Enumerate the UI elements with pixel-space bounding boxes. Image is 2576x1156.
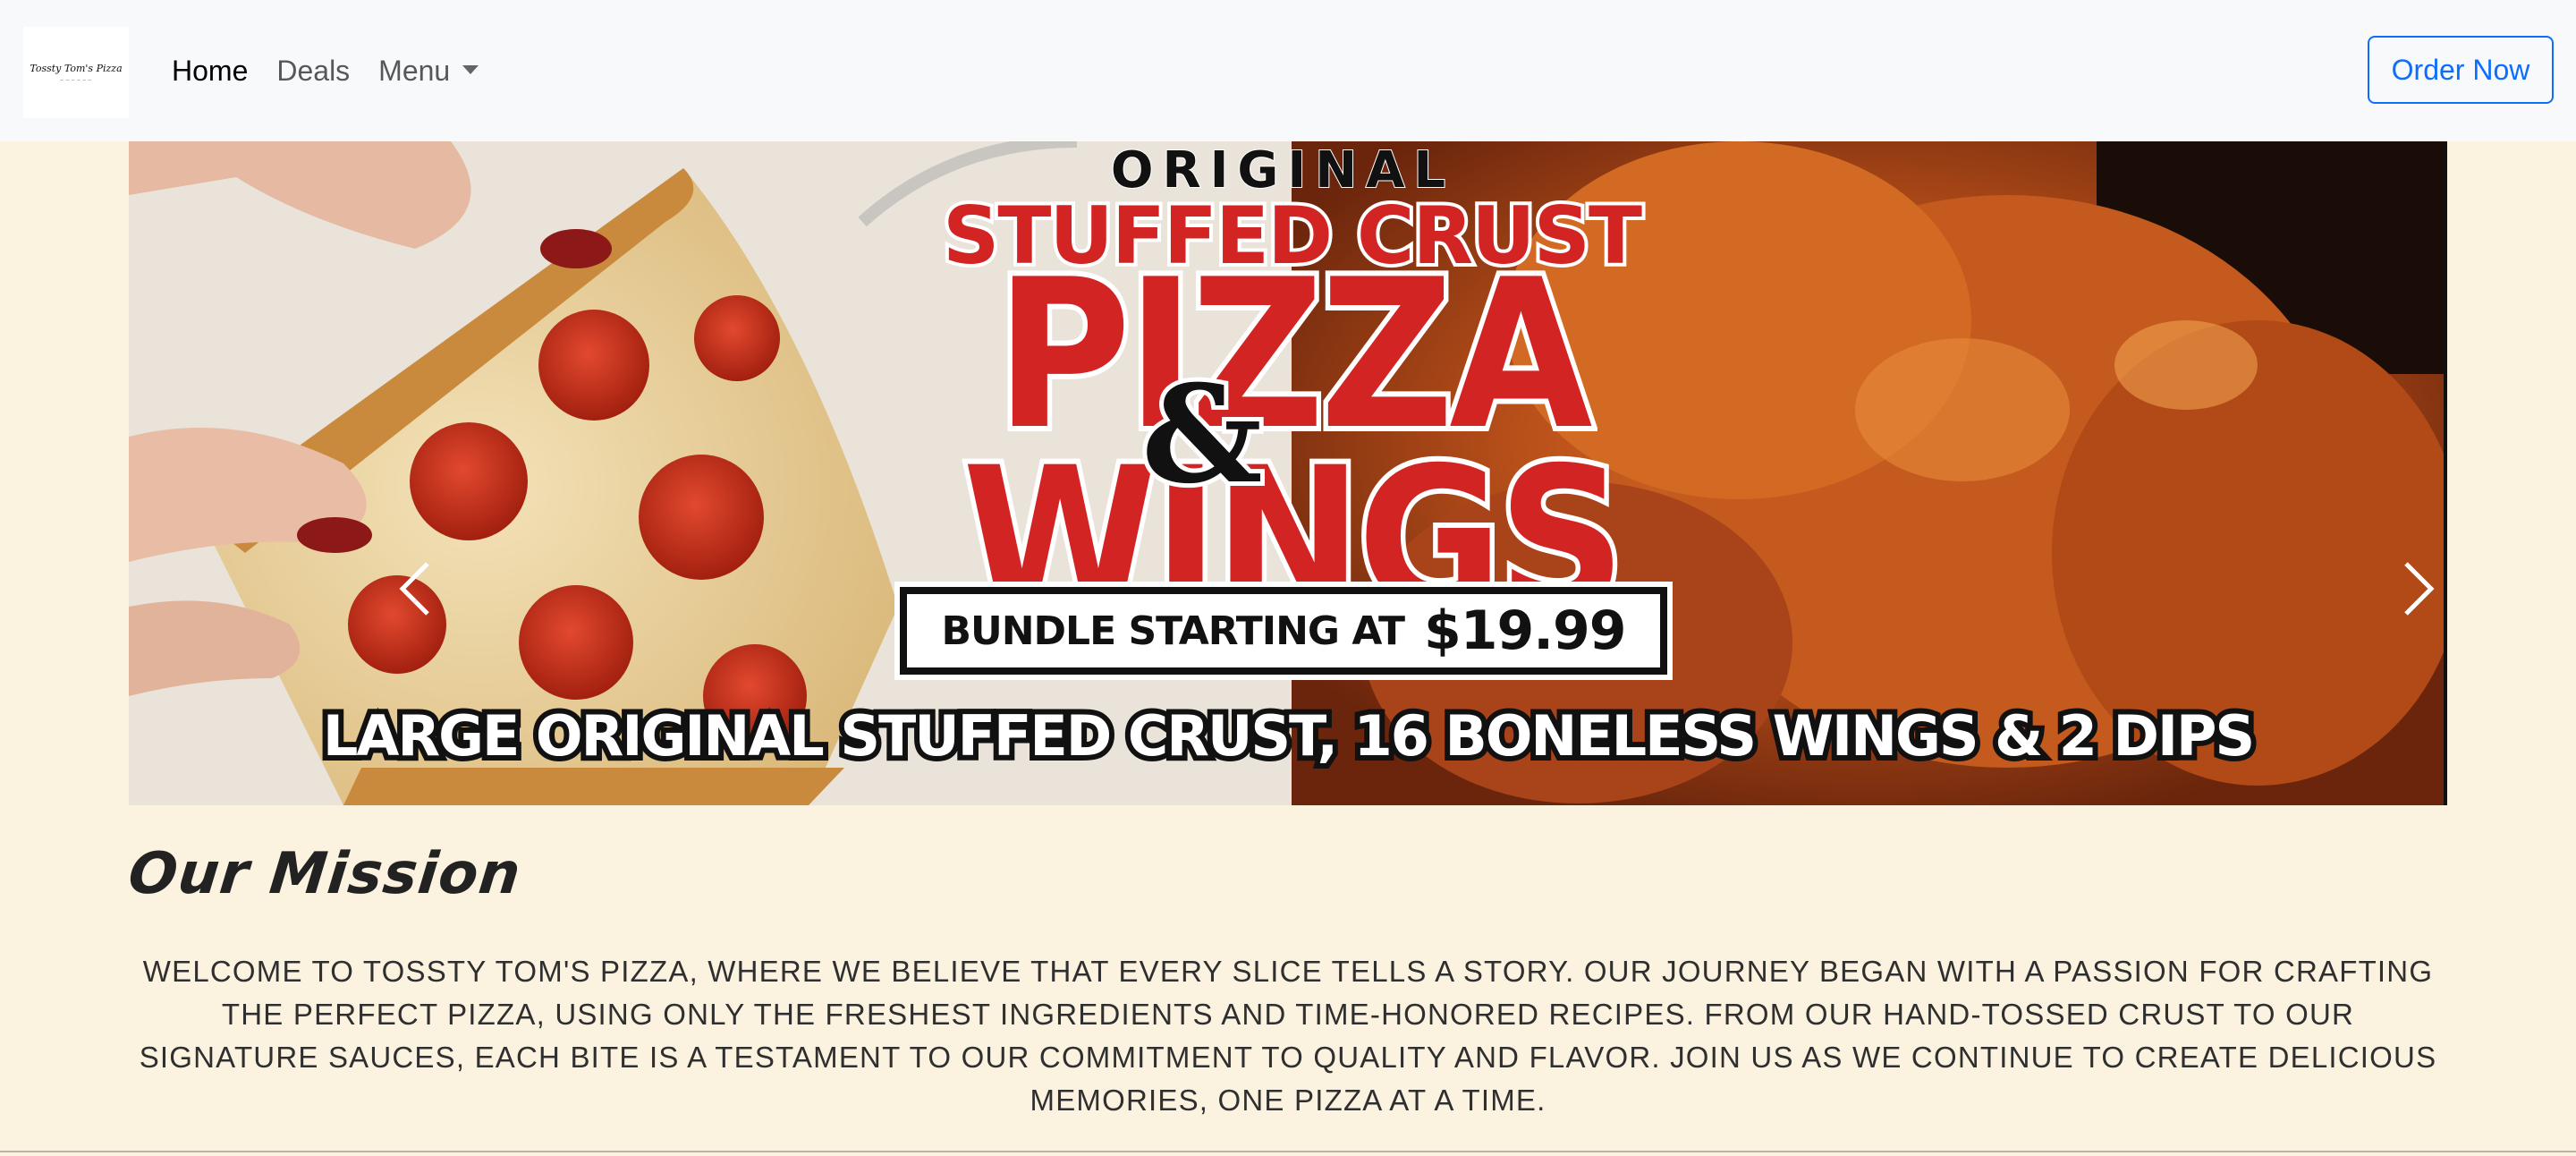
top-navbar: Tossty Tom's Pizza — — — — — — Home Deal…: [0, 0, 2576, 141]
bundle-price: $19.99: [1424, 599, 1627, 662]
promo-carousel: ORIGINAL STUFFED CRUST PIZZA WINGS & BUN…: [129, 141, 2447, 805]
bundle-label: BUNDLE STARTING AT: [941, 608, 1405, 654]
carousel-prev-button[interactable]: [379, 548, 451, 629]
brand-logo[interactable]: Tossty Tom's Pizza — — — — — —: [23, 27, 129, 118]
mission-heading: Our Mission: [125, 841, 524, 907]
nav-links: Home Deals Menu: [172, 45, 507, 97]
footer-divider: [0, 1151, 2576, 1152]
nav-dropdown-menu[interactable]: Menu: [378, 55, 479, 88]
promo-bottom-line: LARGE ORIGINAL STUFFED CRUST, 16 BONELES…: [318, 698, 2260, 774]
mission-paragraph: Welcome to Tossty Tom's Pizza, where we …: [139, 955, 2437, 1117]
nav-link-deals[interactable]: Deals: [276, 55, 350, 88]
nav-link-home[interactable]: Home: [172, 55, 248, 88]
chevron-left-icon: [399, 562, 429, 616]
nav-dropdown-menu-label: Menu: [378, 54, 451, 87]
carousel-next-button[interactable]: [2383, 548, 2447, 629]
caret-down-icon: [462, 65, 479, 75]
order-now-button[interactable]: Order Now: [2368, 36, 2554, 104]
chevron-right-icon: [2404, 562, 2435, 616]
brand-tagline-mark: — — — — — —: [60, 78, 92, 82]
promo-ampersand: &: [1137, 352, 1267, 518]
promo-bundle-price-box: BUNDLE STARTING AT $19.99: [894, 582, 1673, 680]
brand-name: Tossty Tom's Pizza: [30, 63, 123, 74]
